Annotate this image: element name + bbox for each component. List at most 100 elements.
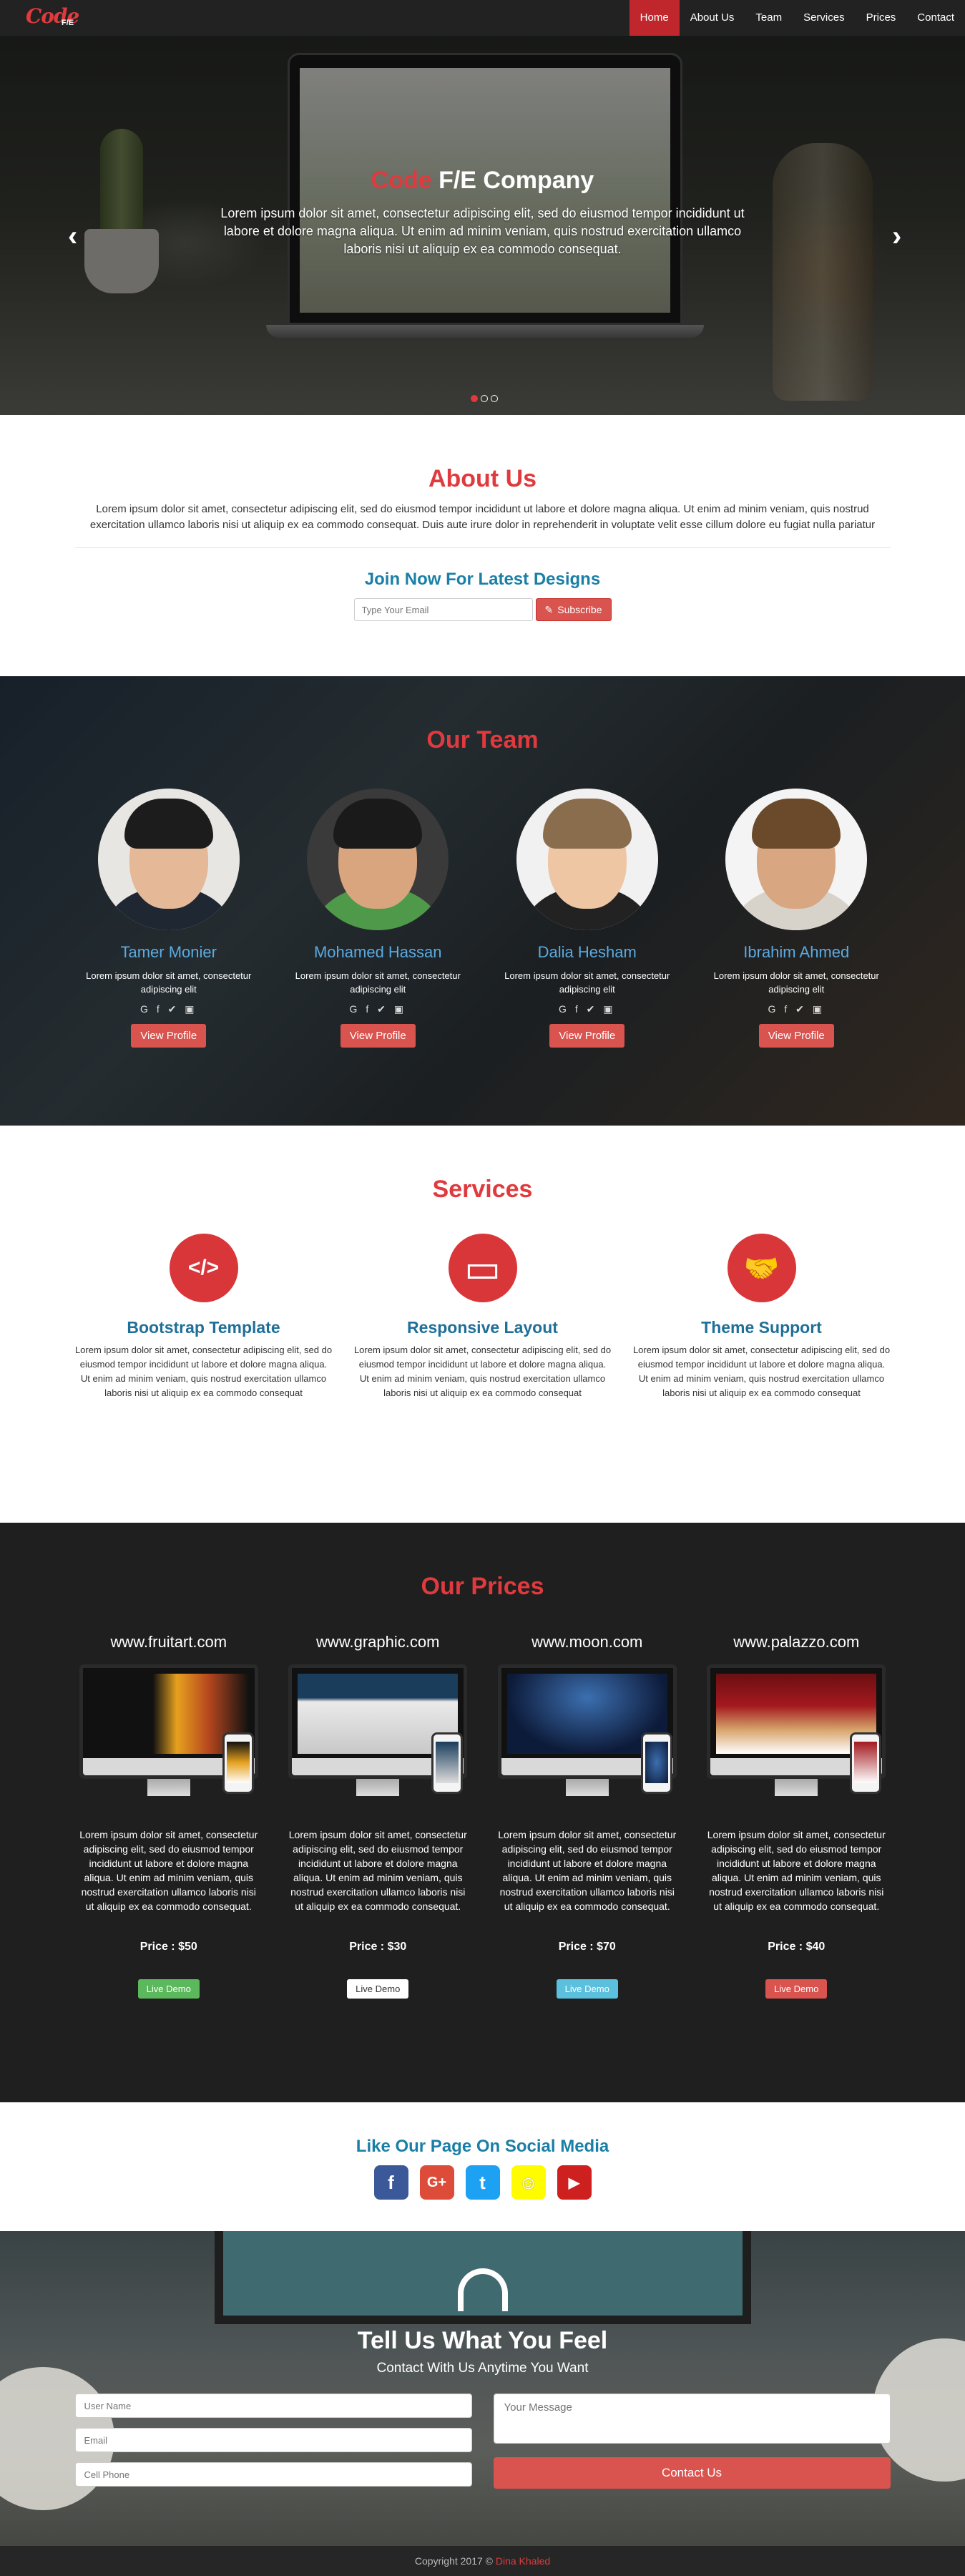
team-member: Tamer Monier Lorem ipsum dolor sit amet,… — [64, 789, 274, 1048]
team-grid: Tamer Monier Lorem ipsum dolor sit amet,… — [64, 789, 901, 1048]
member-desc: Lorem ipsum dolor sit amet, consectetur … — [86, 970, 252, 995]
username-field[interactable] — [74, 2394, 472, 2418]
hero-title-red: Code — [371, 167, 432, 194]
price-desc: Lorem ipsum dolor sit amet, consectetur … — [288, 1829, 467, 1912]
price-item: www.moon.com Lorem ipsum dolor sit amet,… — [483, 1633, 692, 1999]
live-demo-button[interactable]: Live Demo — [765, 1979, 828, 1999]
headphones-icon — [457, 2268, 508, 2311]
view-profile-button[interactable]: View Profile — [758, 1024, 834, 1048]
carousel-dot[interactable] — [491, 395, 498, 402]
member-photo — [516, 789, 658, 930]
join-title: Join Now For Latest Designs — [364, 570, 601, 589]
subscribe-label: Subscribe — [557, 604, 602, 615]
contact-subtitle: Contact With Us Anytime You Want — [376, 2361, 589, 2376]
live-demo-button[interactable]: Live Demo — [137, 1979, 200, 1999]
google-plus-icon[interactable]: G+ — [419, 2165, 454, 2200]
price-site: www.moon.com — [532, 1633, 643, 1651]
copyright-text: Copyright 2017 © — [414, 2555, 496, 2567]
member-desc: Lorem ipsum dolor sit amet, consectetur … — [713, 970, 879, 995]
phone-field[interactable] — [74, 2462, 472, 2487]
price-site: www.fruitart.com — [110, 1633, 227, 1651]
hero-text: Lorem ipsum dolor sit amet, consectetur … — [220, 206, 745, 256]
carousel-dot[interactable] — [471, 395, 478, 402]
social-title: Like Our Page On Social Media — [356, 2137, 609, 2156]
member-desc: Lorem ipsum dolor sit amet, consectetur … — [295, 970, 461, 995]
price-item: www.graphic.com Lorem ipsum dolor sit am… — [273, 1633, 483, 1999]
device-mockup-image — [79, 1664, 258, 1807]
nav-links: Home About Us Team Services Prices Conta… — [629, 0, 965, 36]
device-mockup-image — [288, 1664, 468, 1807]
price-desc: Lorem ipsum dolor sit amet, consectetur … — [79, 1829, 258, 1912]
nav-about[interactable]: About Us — [680, 0, 745, 36]
member-name: Mohamed Hassan — [313, 943, 442, 961]
service-item: 🤝 Theme Support Lorem ipsum dolor sit am… — [622, 1234, 901, 1400]
carousel-prev-arrow-icon[interactable]: ‹ — [68, 220, 77, 253]
team-member: Mohamed Hassan Lorem ipsum dolor sit ame… — [273, 789, 483, 1048]
subscribe-email-input[interactable] — [353, 598, 533, 621]
monitor-icon: ▭ — [448, 1234, 517, 1302]
snapchat-icon[interactable]: ☺ — [511, 2165, 546, 2200]
price-value: Price : $50 — [139, 1941, 197, 1953]
carousel-indicators — [471, 395, 498, 402]
service-text: Lorem ipsum dolor sit amet, consectetur … — [74, 1345, 333, 1398]
nav-home[interactable]: Home — [629, 0, 680, 36]
team-section: Our Team Tamer Monier Lorem ipsum dolor … — [0, 676, 965, 1126]
contact-right-column: Contact Us — [493, 2394, 891, 2497]
twitter-icon[interactable]: t — [465, 2165, 500, 2200]
nav-contact[interactable]: Contact — [906, 0, 965, 36]
contact-us-button[interactable]: Contact Us — [493, 2457, 891, 2489]
live-demo-button[interactable]: Live Demo — [556, 1979, 618, 1999]
member-social-icons[interactable]: G f ✔ ▣ — [692, 1003, 901, 1015]
carousel-dot[interactable] — [481, 395, 488, 402]
contact-title: Tell Us What You Feel — [357, 2327, 608, 2354]
view-profile-button[interactable]: View Profile — [340, 1024, 416, 1048]
about-title: About Us — [428, 465, 537, 492]
nav-team[interactable]: Team — [745, 0, 793, 36]
price-desc: Lorem ipsum dolor sit amet, consectetur … — [707, 1829, 886, 1912]
team-member: Dalia Hesham Lorem ipsum dolor sit amet,… — [483, 789, 692, 1048]
logo-suffix: F/E — [62, 19, 74, 27]
member-photo — [725, 789, 868, 930]
about-text: Lorem ipsum dolor sit amet, consectetur … — [89, 503, 876, 531]
services-title: Services — [432, 1176, 533, 1203]
service-item: </> Bootstrap Template Lorem ipsum dolor… — [64, 1234, 343, 1400]
member-name: Tamer Monier — [120, 943, 217, 961]
contact-left-column — [74, 2394, 472, 2497]
carousel-next-arrow-icon[interactable]: › — [892, 220, 901, 253]
divider — [74, 547, 891, 548]
member-social-icons[interactable]: G f ✔ ▣ — [483, 1003, 692, 1015]
services-section: Services </> Bootstrap Template Lorem ip… — [0, 1126, 965, 1523]
email-field[interactable] — [74, 2428, 472, 2452]
member-name: Dalia Hesham — [537, 943, 637, 961]
price-item: www.fruitart.com Lorem ipsum dolor sit a… — [64, 1633, 274, 1999]
view-profile-button[interactable]: View Profile — [131, 1024, 207, 1048]
nav-services[interactable]: Services — [793, 0, 856, 36]
services-grid: </> Bootstrap Template Lorem ipsum dolor… — [64, 1234, 901, 1400]
hero-title: Code F/E Company — [0, 167, 965, 195]
member-photo — [307, 789, 449, 930]
price-value: Price : $30 — [349, 1941, 407, 1953]
youtube-icon[interactable]: ▶ — [557, 2165, 592, 2200]
view-profile-button[interactable]: View Profile — [549, 1024, 625, 1048]
contact-section: Tell Us What You Feel Contact With Us An… — [0, 2231, 965, 2546]
prices-title: Our Prices — [421, 1573, 544, 1600]
service-item: ▭ Responsive Layout Lorem ipsum dolor si… — [343, 1234, 622, 1400]
subscribe-button[interactable]: ✎ Subscribe — [535, 598, 612, 621]
price-item: www.palazzo.com Lorem ipsum dolor sit am… — [692, 1633, 901, 1999]
prices-section: Our Prices www.fruitart.com Lorem ipsum … — [0, 1523, 965, 2102]
prices-grid: www.fruitart.com Lorem ipsum dolor sit a… — [64, 1633, 901, 1999]
footer: Copyright 2017 © Dina Khaled — [0, 2546, 965, 2576]
about-section: About Us Lorem ipsum dolor sit amet, con… — [0, 415, 965, 676]
contact-header: Tell Us What You Feel Contact With Us An… — [0, 2268, 965, 2376]
live-demo-button[interactable]: Live Demo — [347, 1979, 409, 1999]
service-title: Responsive Layout — [407, 1318, 558, 1337]
price-site: www.graphic.com — [316, 1633, 440, 1651]
message-field[interactable] — [493, 2394, 891, 2444]
member-social-icons[interactable]: G f ✔ ▣ — [273, 1003, 483, 1015]
facebook-icon[interactable]: f — [373, 2165, 408, 2200]
logo[interactable]: Code F/E — [26, 4, 83, 33]
nav-prices[interactable]: Prices — [856, 0, 907, 36]
service-title: Bootstrap Template — [127, 1318, 280, 1337]
service-title: Theme Support — [701, 1318, 822, 1337]
member-social-icons[interactable]: G f ✔ ▣ — [64, 1003, 274, 1015]
